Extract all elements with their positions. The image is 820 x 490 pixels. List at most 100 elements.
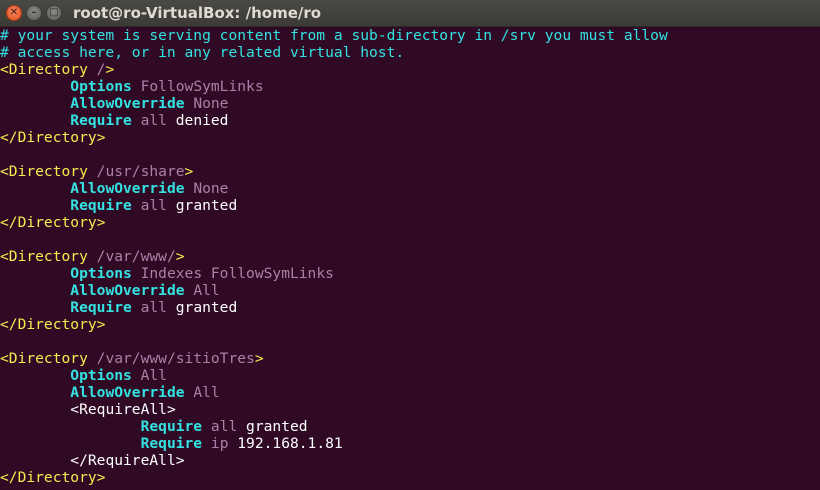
terminal-line: AllowOverride All <box>0 384 820 401</box>
terminal-line: AllowOverride None <box>0 180 820 197</box>
line-token: None <box>193 95 229 112</box>
line-token: </Directory> <box>0 469 106 486</box>
line-token: AllowOverride <box>70 95 185 112</box>
terminal-line: Require all granted <box>0 299 820 316</box>
line-token <box>132 112 141 129</box>
terminal-line: Require ip 192.168.1.81 <box>0 435 820 452</box>
terminal-line: </Directory> <box>0 129 820 146</box>
line-token <box>132 197 141 214</box>
line-token: AllowOverride <box>70 384 185 401</box>
line-token: > <box>105 61 115 78</box>
line-token: Require <box>140 435 203 452</box>
line-token: > <box>254 350 264 367</box>
line-token <box>132 367 141 384</box>
terminal-line: Require all denied <box>0 112 820 129</box>
line-token: granted <box>166 299 238 316</box>
line-token <box>132 299 141 316</box>
line-token: 192.168.1.81 <box>228 435 343 452</box>
terminal-line: </Directory> <box>0 469 820 486</box>
line-token: AllowOverride <box>70 180 185 197</box>
terminal-line: <RequireAll> <box>0 401 820 418</box>
line-token: <RequireAll> <box>70 401 176 418</box>
line-token: > <box>175 248 185 265</box>
terminal-line: <Directory /usr/share> <box>0 163 820 180</box>
terminal-line: </Directory> <box>0 316 820 333</box>
line-token: Options <box>70 265 132 282</box>
line-token: denied <box>166 112 229 129</box>
terminal-line: </Directory> <box>0 214 820 231</box>
line-token: <Directory <box>0 350 97 367</box>
line-token: </Directory> <box>0 129 106 146</box>
line-token: </Directory> <box>0 316 106 333</box>
terminal-line: <Directory /var/www/> <box>0 248 820 265</box>
maximize-icon[interactable]: □ <box>46 5 62 21</box>
window-title: root@ro-VirtualBox: /home/ro <box>73 4 322 22</box>
close-icon[interactable]: ✕ <box>6 5 22 21</box>
terminal-line: Options FollowSymLinks <box>0 78 820 95</box>
terminal-window: ✕ – □ root@ro-VirtualBox: /home/ro # you… <box>0 0 820 490</box>
line-token: /var/www/sitioTres <box>96 350 255 367</box>
terminal-line: <Directory /> <box>0 61 820 78</box>
terminal-line: Require all granted <box>0 197 820 214</box>
line-token: all <box>140 112 167 129</box>
terminal-line: <Directory /var/www/sitioTres> <box>0 350 820 367</box>
line-token <box>132 78 141 95</box>
line-token <box>202 418 211 435</box>
line-token: All <box>193 282 220 299</box>
terminal-line: # access here, or in any related virtual… <box>0 44 820 61</box>
line-token <box>185 95 194 112</box>
line-token: All <box>193 384 220 401</box>
title-bar[interactable]: ✕ – □ root@ro-VirtualBox: /home/ro <box>0 0 820 27</box>
terminal-line: # your system is serving content from a … <box>0 27 820 44</box>
line-token: # access here, or in any related virtual… <box>0 44 405 61</box>
terminal-line: Options Indexes FollowSymLinks <box>0 265 820 282</box>
line-token: ip <box>210 435 229 452</box>
line-token: /var/www/ <box>96 248 176 265</box>
line-token: Require <box>140 418 203 435</box>
minimize-icon[interactable]: – <box>26 5 42 21</box>
line-token: <Directory <box>0 248 97 265</box>
line-token: # your system is serving content from a … <box>0 27 668 44</box>
terminal-line: AllowOverride All <box>0 282 820 299</box>
line-token <box>202 435 211 452</box>
line-token: FollowSymLinks <box>140 78 264 95</box>
line-token: all <box>140 299 167 316</box>
line-token: None <box>193 180 229 197</box>
terminal-line: AllowOverride None <box>0 95 820 112</box>
line-token: Require <box>70 112 132 129</box>
line-token: Require <box>70 197 132 214</box>
line-token: all <box>210 418 238 435</box>
terminal-line: Require all granted <box>0 418 820 435</box>
terminal-content[interactable]: # your system is serving content from a … <box>0 27 820 490</box>
line-token: Options <box>70 367 132 384</box>
line-token: <Directory <box>0 61 97 78</box>
line-token: all <box>140 197 167 214</box>
line-token <box>185 180 194 197</box>
terminal-line: Options All <box>0 367 820 384</box>
line-token: Indexes FollowSymLinks <box>140 265 334 282</box>
terminal-line: </RequireAll> <box>0 452 820 469</box>
line-token: Require <box>70 299 132 316</box>
line-token: granted <box>237 418 308 435</box>
line-token: Options <box>70 78 132 95</box>
line-token: AllowOverride <box>70 282 185 299</box>
line-token <box>185 384 194 401</box>
line-token <box>185 282 194 299</box>
line-token: </RequireAll> <box>70 452 185 469</box>
line-token: granted <box>166 197 238 214</box>
